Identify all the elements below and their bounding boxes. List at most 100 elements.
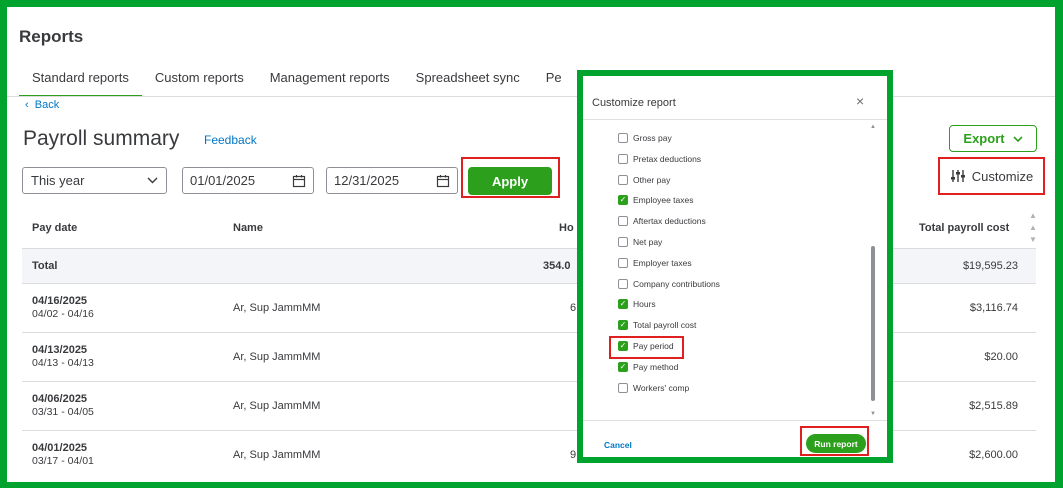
chevron-down-icon xyxy=(1013,135,1023,142)
checkbox-icon[interactable] xyxy=(618,278,628,289)
checkbox-icon[interactable] xyxy=(618,174,628,185)
scroll-up-icon[interactable]: ▲ xyxy=(870,124,876,130)
feedback-link[interactable]: Feedback xyxy=(204,133,257,147)
end-date-field[interactable]: 12/31/2025 xyxy=(326,167,458,194)
column-option[interactable]: Other pay xyxy=(618,174,671,185)
column-option[interactable]: ✓ Employee taxes xyxy=(618,195,693,206)
checkbox-checked-icon[interactable]: ✓ xyxy=(618,299,628,310)
end-date-value: 12/31/2025 xyxy=(334,173,400,188)
dialog-footer-divider xyxy=(583,420,887,421)
option-label: Gross pay xyxy=(633,133,672,143)
option-label: Workers' comp xyxy=(633,382,690,393)
column-option[interactable]: Net pay xyxy=(618,237,662,247)
chevron-left-icon: ‹ xyxy=(25,99,29,111)
row-pay-date[interactable]: 04/01/2025 xyxy=(32,442,87,454)
tabs-divider xyxy=(7,96,1055,97)
column-option[interactable]: Pretax deductions xyxy=(618,153,702,164)
scroll-arrows-icon[interactable]: ▲ ▲ ▼ xyxy=(1029,210,1037,246)
row-total: $20.00 xyxy=(984,351,1018,363)
row-hours: 9 xyxy=(570,449,577,461)
run-report-button[interactable]: Run report xyxy=(806,434,866,453)
customize-label: Customize xyxy=(971,168,1034,184)
checkbox-icon[interactable] xyxy=(618,382,628,393)
option-label: Other pay xyxy=(633,174,671,185)
start-date-value: 01/01/2025 xyxy=(190,173,256,188)
calendar-icon xyxy=(292,174,306,187)
start-date-field[interactable]: 01/01/2025 xyxy=(182,167,314,194)
back-label: Back xyxy=(34,99,60,111)
row-total: $3,116.74 xyxy=(969,302,1018,314)
column-option[interactable]: Gross pay xyxy=(618,133,672,143)
dialog-header-divider xyxy=(583,119,887,120)
row-pay-period: 03/31 - 04/05 xyxy=(32,406,94,418)
tab-partial[interactable]: Pe xyxy=(533,71,575,97)
column-option[interactable]: ✓ Pay method xyxy=(618,361,679,372)
close-icon[interactable]: × xyxy=(856,93,864,109)
back-link[interactable]: ‹ Back xyxy=(25,99,59,111)
row-pay-period: 04/02 - 04/16 xyxy=(32,308,94,320)
checkbox-icon[interactable] xyxy=(618,257,628,268)
option-label: Pay method xyxy=(633,361,679,372)
apply-button[interactable]: Apply xyxy=(468,167,552,195)
option-label: Company contributions xyxy=(633,278,720,289)
option-label: Hours xyxy=(633,299,656,310)
checkbox-icon[interactable] xyxy=(618,153,628,164)
row-hours: 6 xyxy=(570,302,577,314)
tab-spreadsheet-sync[interactable]: Spreadsheet sync xyxy=(403,71,533,97)
total-payroll-cost: $19,595.23 xyxy=(962,260,1018,272)
checkbox-icon[interactable] xyxy=(618,216,628,227)
period-value: This year xyxy=(31,173,85,188)
checkbox-icon[interactable] xyxy=(618,237,628,247)
row-pay-date[interactable]: 04/16/2025 xyxy=(32,295,87,307)
tab-standard-reports[interactable]: Standard reports xyxy=(19,71,142,97)
total-hours: 354.0 xyxy=(543,260,571,272)
row-name: Ar, Sup JammMM xyxy=(233,449,321,461)
chevron-down-icon xyxy=(147,177,158,184)
customize-report-dialog: Customize report × ▲ ▼ Gross pay Pretax d… xyxy=(577,70,893,463)
row-name: Ar, Sup JammMM xyxy=(233,351,321,363)
scroll-down-icon[interactable]: ▼ xyxy=(870,411,876,417)
pay-period-highlight xyxy=(609,336,684,359)
cancel-button[interactable]: Cancel xyxy=(604,440,632,450)
checkbox-checked-icon[interactable]: ✓ xyxy=(618,320,628,331)
column-option[interactable]: Company contributions xyxy=(618,278,720,289)
sliders-icon xyxy=(950,170,965,182)
row-total: $2,600.00 xyxy=(969,449,1018,461)
row-pay-period: 04/13 - 04/13 xyxy=(32,357,94,369)
column-option[interactable]: Aftertax deductions xyxy=(618,216,706,227)
row-name: Ar, Sup JammMM xyxy=(233,400,321,412)
column-option[interactable]: ✓ Total payroll cost xyxy=(618,320,697,331)
dialog-title: Customize report xyxy=(592,97,676,109)
report-tabs: Standard reports Custom reports Manageme… xyxy=(19,71,575,97)
column-option[interactable]: Workers' comp xyxy=(618,382,690,393)
checkbox-checked-icon[interactable]: ✓ xyxy=(618,361,628,372)
option-label: Aftertax deductions xyxy=(633,216,706,227)
checkbox-icon[interactable] xyxy=(618,133,628,143)
page-title: Reports xyxy=(19,27,84,46)
option-label: Pretax deductions xyxy=(633,153,702,164)
export-label: Export xyxy=(963,131,1005,146)
export-button[interactable]: Export xyxy=(949,125,1037,152)
report-title: Payroll summary xyxy=(23,127,180,150)
col-name[interactable]: Name xyxy=(233,222,263,234)
row-pay-date[interactable]: 04/13/2025 xyxy=(32,344,87,356)
option-label: Net pay xyxy=(633,237,663,247)
col-pay-date[interactable]: Pay date xyxy=(32,222,77,234)
total-label: Total xyxy=(32,260,58,272)
option-label: Total payroll cost xyxy=(633,320,697,331)
col-hours[interactable]: Ho xyxy=(559,222,574,234)
app-frame: Reports Standard reports Custom reports … xyxy=(7,7,1055,482)
col-total-payroll-cost[interactable]: Total payroll cost xyxy=(919,222,1009,234)
column-option[interactable]: Employer taxes xyxy=(618,257,692,268)
dialog-scrollbar-thumb[interactable] xyxy=(871,246,875,401)
tab-management-reports[interactable]: Management reports xyxy=(257,71,403,97)
row-name: Ar, Sup JammMM xyxy=(233,302,321,314)
customize-button[interactable]: Customize xyxy=(938,157,1045,195)
tab-custom-reports[interactable]: Custom reports xyxy=(142,71,257,97)
row-pay-date[interactable]: 04/06/2025 xyxy=(32,393,87,405)
period-select[interactable]: This year xyxy=(22,167,167,194)
column-option[interactable]: ✓ Hours xyxy=(618,299,656,310)
calendar-icon xyxy=(436,174,450,187)
checkbox-checked-icon[interactable]: ✓ xyxy=(618,195,628,206)
row-pay-period: 03/17 - 04/01 xyxy=(32,455,94,467)
